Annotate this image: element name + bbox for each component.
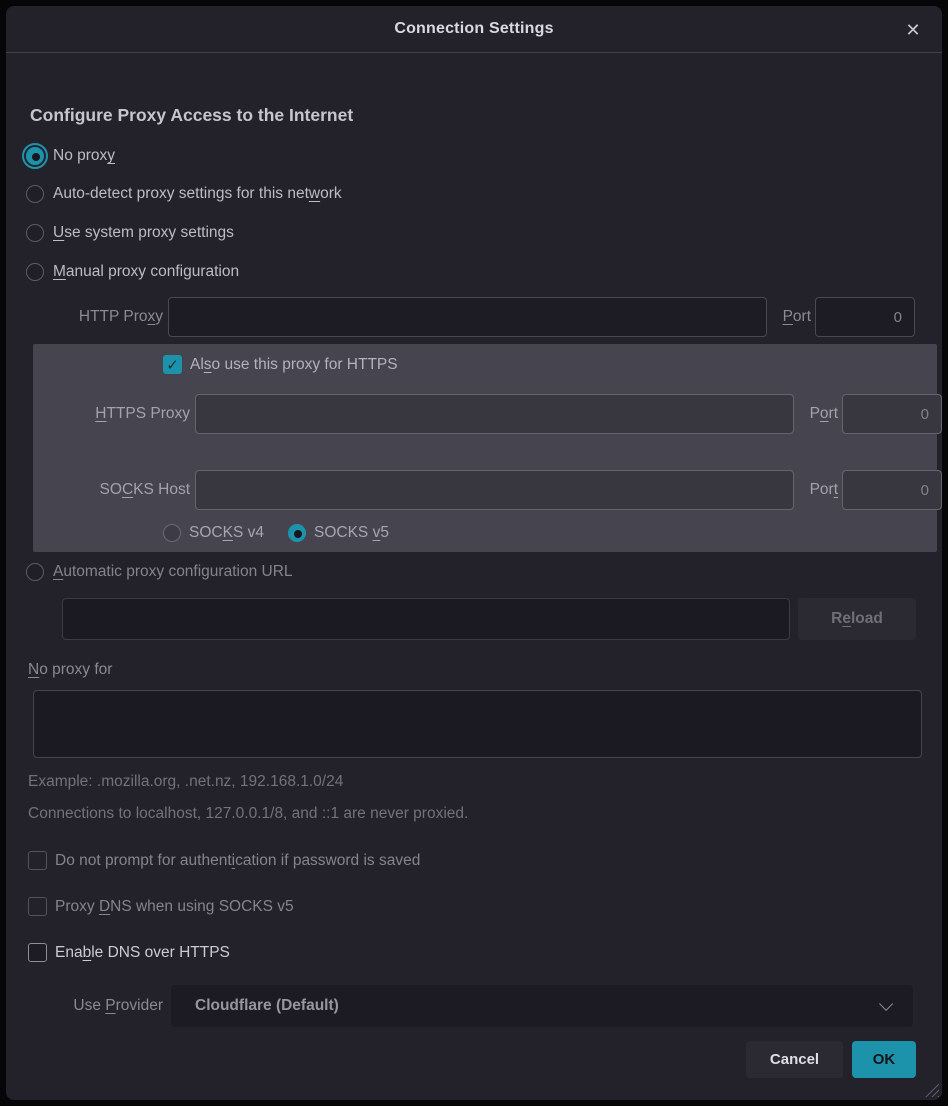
radio-socks-v4-label: SOCKS v4 <box>189 524 264 542</box>
cancel-button[interactable]: Cancel <box>746 1041 843 1078</box>
connection-settings-dialog: Connection Settings ✕ Configure Proxy Ac… <box>6 6 942 1100</box>
close-button[interactable]: ✕ <box>900 17 926 43</box>
checkbox-auth-label: Do not prompt for authentication if pass… <box>55 852 420 870</box>
radio-use-system-label: Use system proxy settings <box>53 224 234 242</box>
radio-auto-detect[interactable]: Auto-detect proxy settings for this netw… <box>26 181 342 207</box>
radio-socks-v4-input[interactable] <box>163 524 181 542</box>
https-port-input[interactable] <box>842 394 942 434</box>
radio-manual[interactable]: Manual proxy configuration <box>26 259 239 285</box>
radio-auto-detect-label: Auto-detect proxy settings for this netw… <box>53 185 342 203</box>
reload-button[interactable]: Reload <box>798 598 916 640</box>
screen: Connection Settings ✕ Configure Proxy Ac… <box>0 0 948 1106</box>
radio-no-proxy-label: No proxy <box>53 147 115 165</box>
radio-manual-label: Manual proxy configuration <box>53 263 239 281</box>
resize-grip[interactable] <box>924 1082 939 1097</box>
checkbox-proxy-dns-label: Proxy DNS when using SOCKS v5 <box>55 898 294 916</box>
provider-dropdown-value: Cloudflare (Default) <box>195 997 879 1015</box>
checkbox-doh-row[interactable]: Enable DNS over HTTPS <box>28 943 230 962</box>
http-proxy-label: HTTP Proxy <box>6 297 163 337</box>
example-hint: Example: .mozilla.org, .net.nz, 192.168.… <box>28 773 343 791</box>
no-proxy-for-textarea[interactable] <box>33 690 922 758</box>
chevron-down-icon <box>879 997 893 1011</box>
checkbox-doh[interactable] <box>28 943 47 962</box>
radio-socks-v5-label: SOCKS v5 <box>314 524 389 542</box>
radio-socks-v5-input[interactable] <box>288 524 306 542</box>
also-https-label: Also use this proxy for HTTPS <box>190 356 398 374</box>
radio-use-system[interactable]: Use system proxy settings <box>26 220 234 246</box>
radio-manual-input[interactable] <box>26 263 44 281</box>
localhost-note: Connections to localhost, 127.0.0.1/8, a… <box>28 805 468 823</box>
radio-no-proxy-input[interactable] <box>26 147 44 165</box>
close-icon: ✕ <box>905 20 920 41</box>
use-provider-label: Use Provider <box>6 986 163 1026</box>
socks-port-input[interactable] <box>842 470 942 510</box>
auto-url-input[interactable] <box>62 598 790 640</box>
radio-socks-v4[interactable]: SOCKS v4 <box>163 524 264 542</box>
radio-use-system-input[interactable] <box>26 224 44 242</box>
checkbox-auth[interactable] <box>28 851 47 870</box>
no-proxy-for-label: No proxy for <box>28 661 112 679</box>
radio-no-proxy[interactable]: No proxy <box>26 143 115 169</box>
http-port-input[interactable] <box>815 297 915 337</box>
also-https-checkbox[interactable]: ✓ <box>163 355 182 374</box>
socks-host-label: SOCKS Host <box>33 470 190 510</box>
checkbox-proxy-dns-row[interactable]: Proxy DNS when using SOCKS v5 <box>28 897 294 916</box>
socks-host-input[interactable] <box>195 470 794 510</box>
http-proxy-input[interactable] <box>168 297 767 337</box>
radio-auto-detect-input[interactable] <box>26 185 44 203</box>
https-proxy-input[interactable] <box>195 394 794 434</box>
https-socks-panel: ✓ Also use this proxy for HTTPS HTTPS Pr… <box>33 344 937 552</box>
https-proxy-label: HTTPS Proxy <box>33 394 190 434</box>
https-port-label: Port <box>794 394 838 434</box>
http-port-label: Port <box>767 297 811 337</box>
checkbox-doh-label: Enable DNS over HTTPS <box>55 944 230 962</box>
radio-auto-url-label: Automatic proxy configuration URL <box>53 563 293 581</box>
ok-button[interactable]: OK <box>852 1041 916 1078</box>
page-title: Connection Settings <box>394 20 553 38</box>
radio-auto-url-input[interactable] <box>26 563 44 581</box>
checkbox-auth-row[interactable]: Do not prompt for authentication if pass… <box>28 851 420 870</box>
titlebar: Connection Settings ✕ <box>6 6 942 53</box>
section-heading: Configure Proxy Access to the Internet <box>30 105 353 126</box>
checkbox-proxy-dns[interactable] <box>28 897 47 916</box>
provider-dropdown[interactable]: Cloudflare (Default) <box>171 985 913 1027</box>
radio-socks-v5[interactable]: SOCKS v5 <box>288 524 389 542</box>
radio-auto-url[interactable]: Automatic proxy configuration URL <box>26 559 293 585</box>
also-https-checkbox-row[interactable]: ✓ Also use this proxy for HTTPS <box>163 355 398 374</box>
socks-port-label: Port <box>794 470 838 510</box>
check-icon: ✓ <box>166 356 179 374</box>
